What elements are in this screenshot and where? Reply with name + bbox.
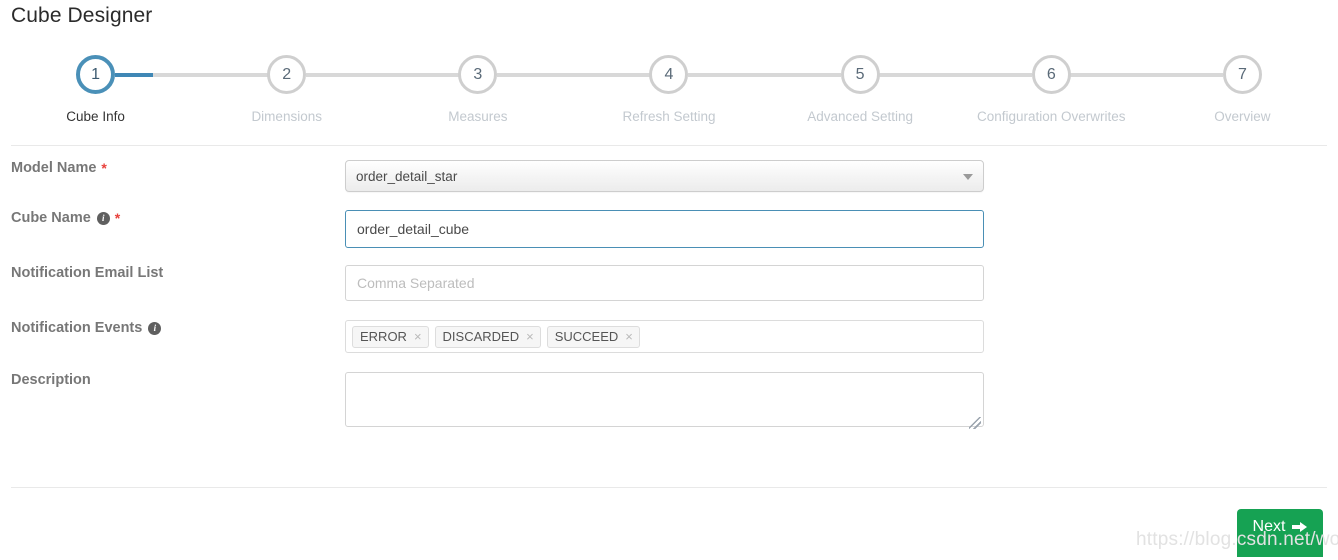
notification-events-label: Notification Events i: [0, 320, 345, 336]
cube-designer-page: Cube Designer 1 Cube Info 2 Dimensions 3…: [0, 0, 1338, 560]
form-row-model-name: Model Name * order_detail_star: [0, 160, 1338, 210]
step-label: Configuration Overwrites: [976, 109, 1126, 124]
cube-name-label-text: Cube Name: [11, 210, 91, 226]
step-overview[interactable]: 7 Overview: [1108, 55, 1338, 124]
step-configuration-overwrites[interactable]: 6 Configuration Overwrites: [917, 55, 1185, 124]
model-name-select[interactable]: order_detail_star: [345, 160, 984, 192]
step-number-circle: 6: [1031, 55, 1071, 94]
model-name-label-text: Model Name: [11, 160, 97, 176]
step-connector-left: [153, 73, 268, 77]
step-refresh-setting[interactable]: 4 Refresh Setting: [535, 55, 803, 124]
step-label: Overview: [1214, 109, 1271, 124]
form-row-notification-events: Notification Events i ERROR × DISCARDED …: [0, 320, 1338, 372]
step-label: Dimensions: [251, 109, 322, 124]
info-icon[interactable]: i: [96, 211, 110, 225]
tag-item[interactable]: DISCARDED ×: [434, 325, 541, 348]
next-button[interactable]: Next: [1237, 509, 1323, 557]
tag-label: ERROR: [360, 328, 407, 344]
step-number-circle: 1: [76, 55, 116, 94]
step-label: Measures: [448, 109, 508, 124]
step-number-circle: 5: [840, 55, 880, 94]
form-row-notification-email: Notification Email List: [0, 265, 1338, 320]
step-connector-left: [726, 73, 842, 77]
step-cube-info[interactable]: 1 Cube Info: [0, 55, 230, 124]
step-advanced-setting[interactable]: 5 Advanced Setting: [726, 55, 994, 124]
description-label-text: Description: [11, 372, 91, 388]
step-number-circle: 2: [267, 55, 307, 94]
notification-email-input[interactable]: [345, 265, 984, 301]
notification-email-label: Notification Email List: [0, 265, 345, 281]
step-label: Advanced Setting: [807, 109, 914, 124]
footer-divider: [11, 487, 1327, 488]
form-row-cube-name: Cube Name i *: [0, 210, 1338, 265]
step-measures[interactable]: 3 Measures: [344, 55, 612, 124]
required-asterisk: *: [101, 160, 107, 176]
model-name-selected-value: order_detail_star: [356, 168, 458, 184]
cube-name-field: [345, 210, 984, 248]
tag-item[interactable]: ERROR ×: [352, 325, 429, 348]
step-dimensions[interactable]: 2 Dimensions: [153, 55, 421, 124]
cube-info-form: Model Name * order_detail_star Cube Name…: [0, 160, 1338, 442]
notification-email-label-text: Notification Email List: [11, 265, 164, 281]
close-icon[interactable]: ×: [526, 330, 534, 343]
notification-events-field: ERROR × DISCARDED × SUCCEED ×: [345, 320, 984, 353]
step-number-circle: 7: [1222, 55, 1262, 94]
page-title: Cube Designer: [11, 4, 153, 27]
tag-item[interactable]: SUCCEED ×: [546, 325, 640, 348]
close-icon[interactable]: ×: [625, 330, 633, 343]
description-label: Description: [0, 372, 345, 388]
step-connector-left: [535, 73, 650, 77]
description-textarea-wrapper: [345, 372, 984, 432]
form-row-description: Description: [0, 372, 1338, 442]
arrow-right-icon: [1292, 520, 1308, 533]
close-icon[interactable]: ×: [414, 330, 422, 343]
step-connector-left: [917, 73, 1033, 77]
wizard-stepper: 1 Cube Info 2 Dimensions 3 Measures 4 Re…: [0, 55, 1338, 135]
step-label: Refresh Setting: [622, 109, 716, 124]
step-number-circle: 4: [649, 55, 689, 94]
step-connector-left: [344, 73, 459, 77]
notification-email-field: [345, 265, 984, 301]
chevron-down-icon: [963, 174, 973, 180]
cube-name-label: Cube Name i *: [0, 210, 345, 226]
cube-name-input[interactable]: [345, 210, 984, 248]
info-icon[interactable]: i: [148, 321, 162, 335]
step-connector-left: [1108, 73, 1224, 77]
required-asterisk: *: [114, 210, 121, 226]
tag-label: DISCARDED: [442, 328, 520, 344]
description-textarea[interactable]: [345, 372, 984, 427]
header-divider: [11, 145, 1327, 146]
description-field: [345, 372, 984, 432]
next-button-label: Next: [1252, 517, 1286, 535]
notification-events-label-text: Notification Events: [11, 320, 143, 336]
model-name-label: Model Name *: [0, 160, 345, 176]
model-name-field: order_detail_star: [345, 160, 984, 192]
step-label: Cube Info: [66, 109, 125, 124]
tag-label: SUCCEED: [554, 328, 619, 344]
notification-events-tag-input[interactable]: ERROR × DISCARDED × SUCCEED ×: [345, 320, 984, 353]
step-number-circle: 3: [458, 55, 498, 94]
